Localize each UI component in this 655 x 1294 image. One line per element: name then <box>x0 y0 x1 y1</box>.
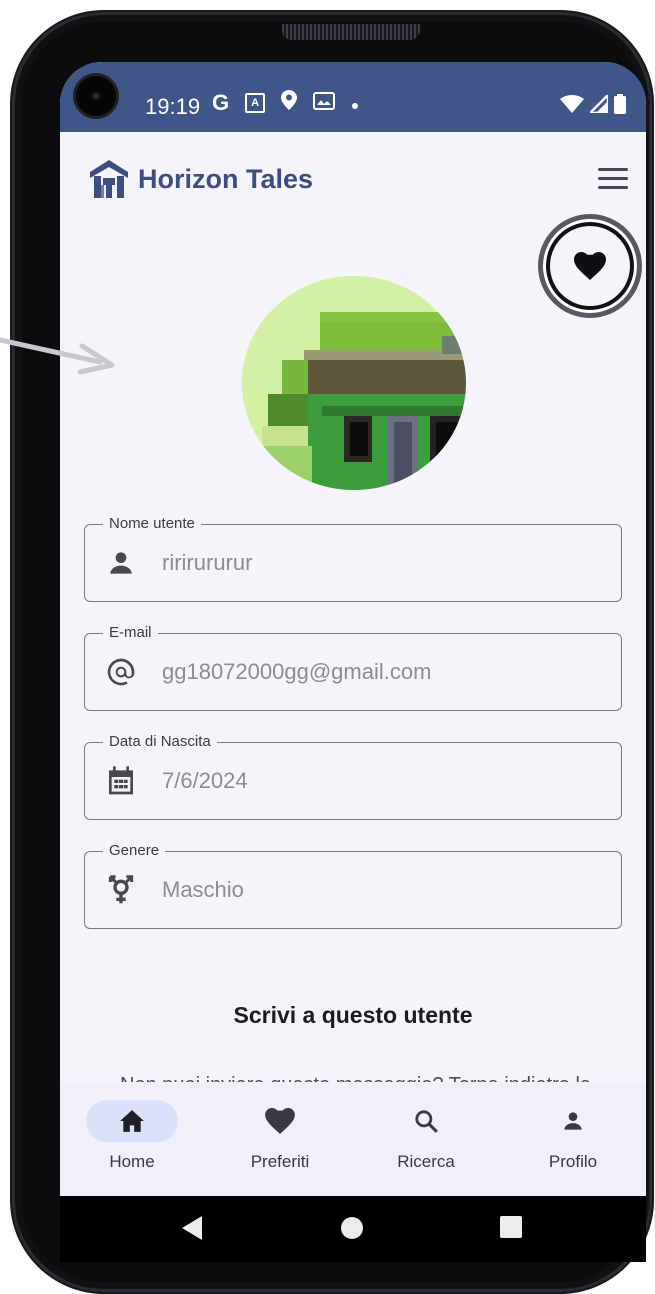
field-label: Genere <box>103 841 166 861</box>
nav-label: Preferiti <box>250 1152 310 1171</box>
field-value: 7/6/2024 <box>162 768 248 793</box>
battery-icon <box>614 94 626 119</box>
nav-home[interactable]: Home <box>72 1100 192 1172</box>
nav-preferiti[interactable]: Preferiti <box>220 1100 340 1172</box>
heart-icon <box>265 1108 295 1134</box>
home-icon <box>120 1110 144 1132</box>
system-navigation-bar <box>60 1196 646 1262</box>
google-g-icon: G <box>212 90 230 115</box>
birthdate-field[interactable]: Data di Nascita 7/6/2024 <box>84 732 622 820</box>
status-bar: 19:19 G A <box>60 62 646 132</box>
field-value: ririrururur <box>162 550 253 575</box>
status-system-icons <box>560 91 626 119</box>
wifi-icon <box>560 95 584 118</box>
nav-label: Profilo <box>548 1152 598 1171</box>
field-label: Data di Nascita <box>103 732 217 752</box>
gender-icon <box>108 875 134 904</box>
field-label: E-mail <box>103 623 158 643</box>
section-title: Scrivi a questo utente <box>233 1002 473 1028</box>
speaker-grille <box>282 24 420 40</box>
avatar <box>242 276 466 490</box>
search-icon <box>415 1110 438 1133</box>
status-notification-icons: G A <box>212 90 359 116</box>
favorite-button[interactable] <box>538 214 642 318</box>
phone-frame: 19:19 G A Horizon Tales Nome utente riri… <box>12 12 652 1292</box>
person-icon <box>564 1112 582 1130</box>
gallery-icon <box>313 90 336 116</box>
nav-profilo[interactable]: Profilo <box>513 1100 633 1172</box>
gender-field[interactable]: Genere Maschio <box>84 841 622 929</box>
front-camera <box>76 76 116 116</box>
heart-icon <box>574 252 606 280</box>
status-time: 19:19 <box>145 94 201 119</box>
partially-visible-text: Non puoi inviare questo messaggio? Torna… <box>120 1074 620 1082</box>
signal-icon <box>586 91 610 118</box>
username-field[interactable]: Nome utente ririrururur <box>84 514 622 602</box>
screen: 19:19 G A Horizon Tales Nome utente riri… <box>60 62 646 1262</box>
recents-icon[interactable] <box>500 1216 522 1238</box>
app-title: Horizon Tales <box>138 164 314 194</box>
annotation-arrow <box>0 337 115 375</box>
nav-label: Ricerca <box>397 1152 455 1171</box>
email-field[interactable]: E-mail gg18072000gg@gmail.com <box>84 623 622 711</box>
nav-label: Home <box>109 1152 155 1171</box>
hamburger-menu-icon[interactable] <box>598 168 628 192</box>
nav-ricerca[interactable]: Ricerca <box>366 1100 486 1172</box>
app-a-icon: A <box>245 93 266 113</box>
field-value: gg18072000gg@gmail.com <box>162 659 432 684</box>
back-icon[interactable] <box>182 1216 204 1240</box>
location-pin-icon <box>281 90 298 116</box>
person-icon <box>110 552 132 574</box>
horizon-tales-logo <box>90 160 128 198</box>
calendar-icon <box>109 766 133 795</box>
at-sign-icon <box>107 658 135 686</box>
field-value: Maschio <box>162 877 244 902</box>
home-circle-icon[interactable] <box>340 1216 364 1240</box>
bottom-navigation: Home Preferiti Ricerca Profilo <box>60 1082 646 1196</box>
app-bar: Horizon Tales <box>60 132 646 222</box>
dot-icon <box>351 90 359 116</box>
field-label: Nome utente <box>103 514 201 534</box>
